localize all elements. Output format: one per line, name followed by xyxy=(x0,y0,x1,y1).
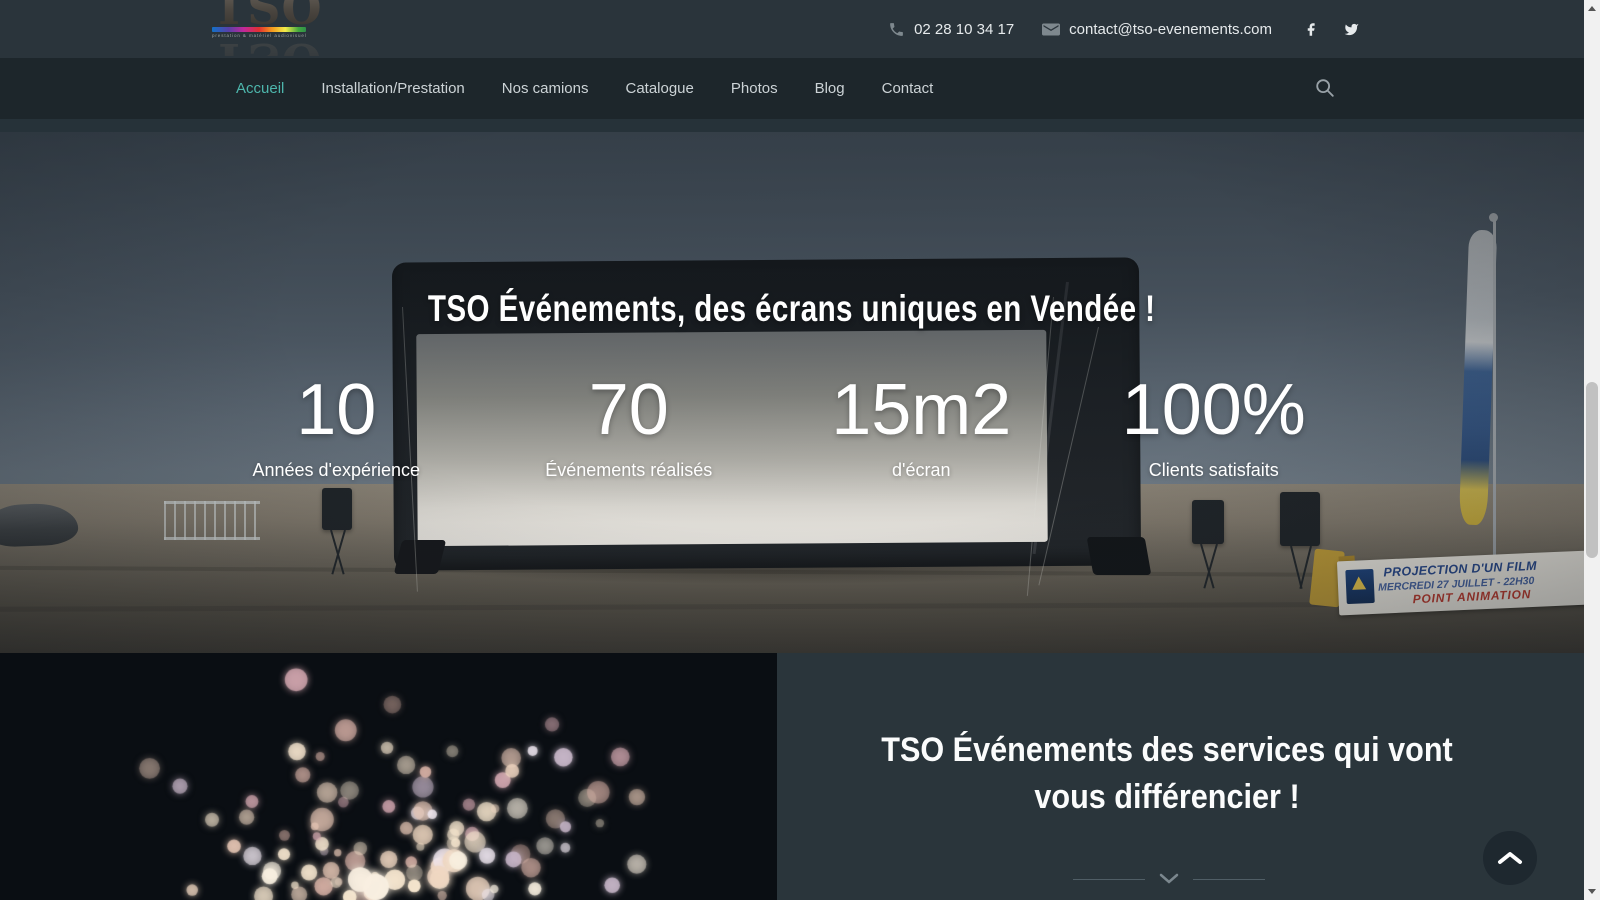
stat-value: 100% xyxy=(1068,372,1361,448)
page: TSO prestation & matériel audiovisuel TS… xyxy=(0,0,1600,900)
stat-label: Événements réalisés xyxy=(483,460,776,481)
nav-item-catalogue[interactable]: Catalogue xyxy=(625,58,693,119)
facebook-icon[interactable] xyxy=(1304,22,1319,37)
nav-item-contact[interactable]: Contact xyxy=(882,58,934,119)
scrollbar-down-arrow[interactable] xyxy=(1588,889,1596,894)
chevron-up-icon xyxy=(1497,851,1523,865)
stat-item: 15m2 d'écran xyxy=(775,372,1068,481)
nav-item-accueil[interactable]: Accueil xyxy=(236,58,284,119)
services-panel: TSO Événements des services qui vont vou… xyxy=(777,653,1584,900)
topbar: TSO prestation & matériel audiovisuel TS… xyxy=(0,0,1584,58)
fireworks-panel xyxy=(0,653,777,900)
stat-value: 10 xyxy=(190,372,483,448)
services-title: TSO Événements des services qui vont vou… xyxy=(777,727,1556,821)
stat-label: Années d'expérience xyxy=(190,460,483,481)
twitter-icon[interactable] xyxy=(1343,22,1360,37)
hero-title: TSO Événements, des écrans uniques en Ve… xyxy=(0,288,1584,330)
email-link[interactable]: contact@tso-evenements.com xyxy=(1042,21,1272,38)
divider-line xyxy=(1193,879,1265,880)
stat-label: d'écran xyxy=(775,460,1068,481)
phone-link[interactable]: 02 28 10 34 17 xyxy=(888,21,1014,38)
topbar-contact-group: 02 28 10 34 17 contact@tso-evenements.co… xyxy=(888,0,1360,58)
stat-label: Clients satisfaits xyxy=(1068,460,1361,481)
logo[interactable]: TSO prestation & matériel audiovisuel TS… xyxy=(212,0,323,56)
scroll-to-top-button[interactable] xyxy=(1483,831,1537,885)
stat-item: 100% Clients satisfaits xyxy=(1068,372,1361,481)
nav-item-photos[interactable]: Photos xyxy=(731,58,778,119)
mail-icon xyxy=(1042,22,1060,37)
stat-value: 70 xyxy=(483,372,776,448)
fireworks-image xyxy=(0,653,777,900)
nav-item-installation-prestation[interactable]: Installation/Prestation xyxy=(321,58,464,119)
divider-line xyxy=(1073,879,1145,880)
scrollbar-up-arrow[interactable] xyxy=(1588,6,1596,11)
stat-item: 70 Événements réalisés xyxy=(483,372,776,481)
phone-icon xyxy=(888,21,905,38)
phone-number: 02 28 10 34 17 xyxy=(914,21,1014,38)
hero-stats: 10 Années d'expérience70 Événements réalis… xyxy=(190,372,1360,481)
nav-item-nos-camions[interactable]: Nos camions xyxy=(502,58,589,119)
scrollbar-thumb[interactable] xyxy=(1586,382,1598,558)
site-content: TSO prestation & matériel audiovisuel TS… xyxy=(0,0,1584,900)
chevron-down-icon xyxy=(1159,873,1179,885)
logo-reflection: TSO xyxy=(212,37,323,56)
stat-item: 10 Années d'expérience xyxy=(190,372,483,481)
stat-value: 15m2 xyxy=(775,372,1068,448)
email-address: contact@tso-evenements.com xyxy=(1069,21,1272,38)
logo-text: TSO xyxy=(212,0,323,31)
section-divider xyxy=(777,873,1560,885)
hero-section: PROJECTION D'UN FILM MERCREDI 27 JUILLET… xyxy=(0,132,1584,653)
section-gap xyxy=(0,119,1584,132)
nav-item-blog[interactable]: Blog xyxy=(815,58,845,119)
main-navigation: Accueil Installation/Prestation Nos camion… xyxy=(0,58,1584,119)
nav-menu: Accueil Installation/Prestation Nos camion… xyxy=(236,58,933,119)
scrollbar[interactable] xyxy=(1584,0,1600,900)
search-icon[interactable] xyxy=(1314,77,1336,99)
